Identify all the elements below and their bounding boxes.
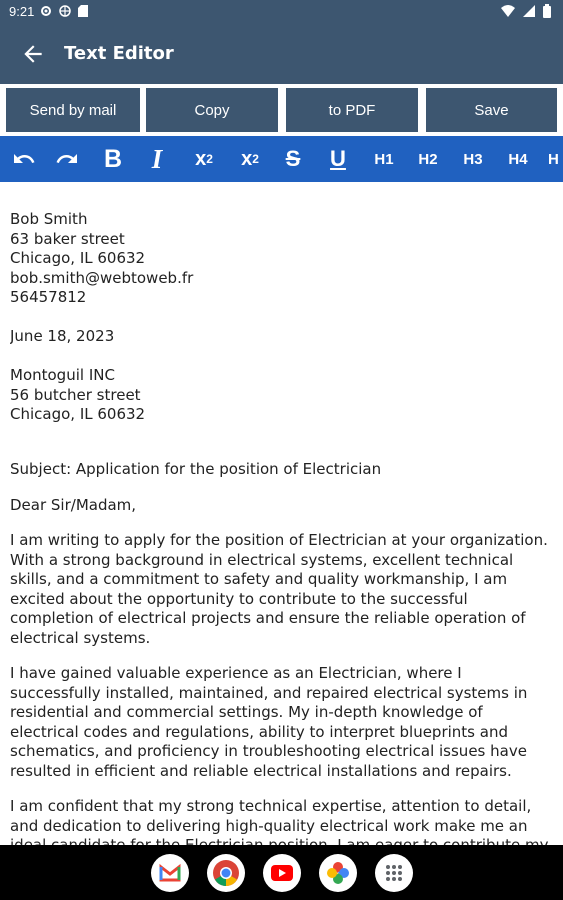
sender-street: 63 baker street	[10, 229, 125, 248]
letter-paragraph-3: I am confident that my strong technical …	[10, 797, 549, 846]
sender-city: Chicago, IL 60632	[10, 249, 146, 267]
page-title: Text Editor	[64, 43, 174, 64]
sender-name: Bob Smith	[10, 210, 88, 228]
recipient-city: Chicago, IL 60632	[10, 405, 146, 423]
copy-button[interactable]: Copy	[146, 88, 278, 132]
status-time: 9:21	[9, 4, 35, 19]
chrome-icon[interactable]	[207, 854, 245, 892]
letter-paragraph-2: I have gained valuable experience as an …	[10, 664, 528, 780]
italic-icon[interactable]: I	[143, 136, 171, 182]
send-by-mail-button[interactable]: Send by mail	[6, 88, 140, 132]
heading-4-button[interactable]: H4	[504, 136, 532, 182]
sender-email: bob.smith@webtoweb.fr	[10, 268, 194, 287]
formatting-toolbar: B I x2 x2 S U H1 H2 H3 H4 H	[0, 136, 563, 182]
letter-subject: Subject: Application for the position of…	[10, 460, 382, 478]
heading-2-button[interactable]: H2	[414, 136, 442, 182]
app-bar: Text Editor	[0, 24, 563, 84]
gmail-icon[interactable]	[151, 854, 189, 892]
undo-icon[interactable]	[6, 136, 42, 182]
wifi-icon	[501, 5, 515, 17]
apps-icon[interactable]	[375, 854, 413, 892]
status-bar: 9:21	[0, 0, 563, 24]
editor-area[interactable]: Bob Smith 63 baker street Chicago, IL 60…	[10, 210, 555, 846]
battery-icon	[543, 4, 551, 18]
system-icons	[501, 4, 551, 18]
back-arrow-icon[interactable]	[20, 41, 46, 67]
subscript-icon[interactable]: x2	[188, 136, 220, 182]
globe-icon	[59, 5, 71, 17]
signal-icon	[523, 5, 535, 17]
heading-5-button[interactable]: H	[548, 136, 563, 182]
youtube-icon[interactable]	[263, 854, 301, 892]
heading-3-button[interactable]: H3	[459, 136, 487, 182]
underline-icon[interactable]: U	[323, 136, 353, 182]
letter-date: June 18, 2023	[10, 327, 115, 345]
sender-phone: 56457812	[10, 288, 87, 306]
recipient-street: 56 butcher street	[10, 385, 141, 404]
redo-icon[interactable]	[49, 136, 85, 182]
nav-bar	[0, 845, 563, 900]
notification-icons	[40, 5, 88, 17]
settings-icon	[41, 6, 51, 16]
to-pdf-button[interactable]: to PDF	[286, 88, 418, 132]
save-button[interactable]: Save	[426, 88, 557, 132]
heading-1-button[interactable]: H1	[370, 136, 398, 182]
sd-card-icon	[78, 5, 88, 17]
action-bar: Send by mail Copy to PDF Save	[0, 84, 563, 136]
strikethrough-icon[interactable]: S	[278, 136, 308, 182]
bold-icon[interactable]: B	[98, 136, 128, 182]
photos-icon[interactable]	[319, 854, 357, 892]
recipient-company: Montoguil INC	[10, 366, 115, 384]
letter-greeting: Dear Sir/Madam,	[10, 495, 137, 514]
letter-paragraph-1: I am writing to apply for the position o…	[10, 531, 548, 647]
superscript-icon[interactable]: x2	[234, 136, 266, 182]
